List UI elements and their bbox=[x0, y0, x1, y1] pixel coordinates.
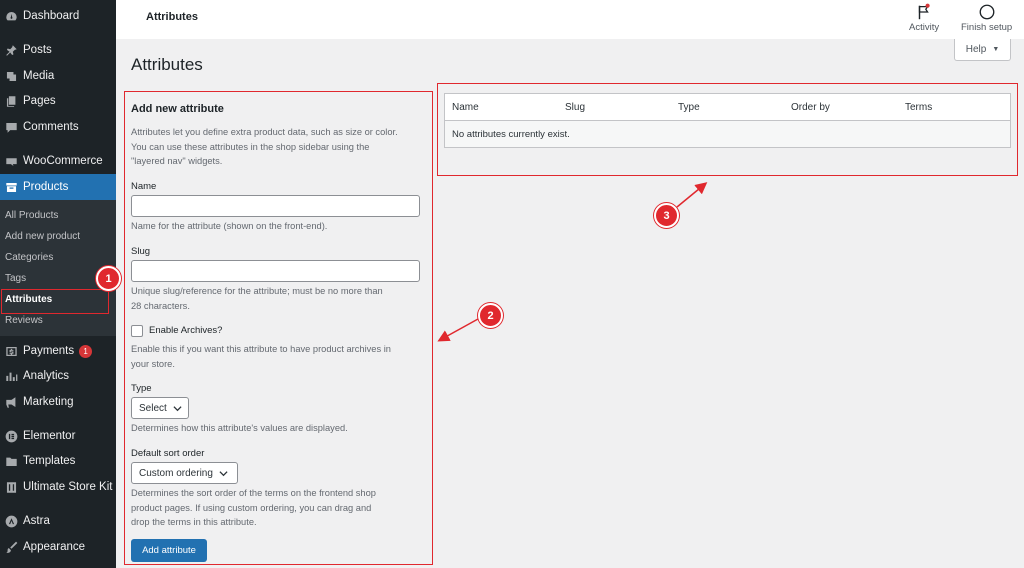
activity-button[interactable]: Activity bbox=[909, 3, 939, 33]
menu-label: Astra bbox=[23, 515, 50, 527]
menu-label: Ultimate Store Kit bbox=[23, 481, 113, 493]
help-label: Help bbox=[965, 44, 987, 55]
activity-label: Activity bbox=[909, 22, 940, 33]
menu-label: Elementor bbox=[23, 430, 76, 442]
products-submenu: All Products Add new product Categories … bbox=[0, 200, 116, 336]
media-icon bbox=[4, 69, 18, 83]
callout-badge-2: 2 bbox=[478, 303, 503, 328]
menu-templates[interactable]: Templates bbox=[0, 448, 116, 474]
menu-astra[interactable]: Astra bbox=[0, 508, 116, 534]
folder-icon bbox=[4, 454, 18, 468]
astra-icon bbox=[4, 514, 18, 528]
finish-setup-button[interactable]: Finish setup bbox=[961, 3, 1012, 33]
callout-badge-1: 1 bbox=[96, 266, 121, 291]
submenu-categories[interactable]: Categories bbox=[5, 252, 53, 263]
elementor-icon bbox=[4, 429, 18, 443]
flag-icon bbox=[918, 3, 930, 20]
payments-count-badge: 1 bbox=[79, 344, 93, 358]
menu-comments[interactable]: Comments bbox=[0, 114, 116, 140]
menu-payments[interactable]: Payments 1 bbox=[0, 338, 116, 364]
menu-analytics[interactable]: Analytics bbox=[0, 363, 116, 389]
comment-icon bbox=[4, 120, 18, 134]
megaphone-icon bbox=[4, 395, 18, 409]
header-title: Attributes bbox=[146, 11, 198, 23]
help-tab-button[interactable]: Help ▼ bbox=[954, 39, 1011, 61]
store-kit-icon bbox=[4, 480, 18, 494]
menu-label: Pages bbox=[23, 95, 56, 107]
submenu-add-new-product[interactable]: Add new product bbox=[5, 231, 80, 242]
archive-icon bbox=[4, 180, 18, 194]
woocommerce-icon bbox=[4, 154, 18, 168]
menu-label: Marketing bbox=[23, 396, 74, 408]
arrow-2 bbox=[437, 318, 479, 342]
menu-label: Templates bbox=[23, 455, 76, 467]
submenu-reviews[interactable]: Reviews bbox=[5, 315, 43, 326]
menu-elementor[interactable]: Elementor bbox=[0, 423, 116, 449]
menu-products[interactable]: Products bbox=[0, 174, 116, 200]
menu-woocommerce[interactable]: WooCommerce bbox=[0, 148, 116, 174]
menu-label: Analytics bbox=[23, 370, 70, 382]
submenu-all-products[interactable]: All Products bbox=[5, 210, 58, 221]
progress-ring-icon bbox=[979, 4, 995, 20]
menu-posts[interactable]: Posts bbox=[0, 37, 116, 63]
menu-label: Payments bbox=[23, 345, 75, 357]
menu-label: Posts bbox=[23, 44, 52, 56]
brush-icon bbox=[4, 540, 18, 554]
menu-dashboard[interactable]: Dashboard bbox=[0, 3, 116, 29]
menu-label: Media bbox=[23, 70, 55, 82]
annotation-box-attributes-menu bbox=[1, 289, 109, 314]
menu-pages[interactable]: Pages bbox=[0, 88, 116, 114]
menu-media[interactable]: Media bbox=[0, 63, 116, 89]
menu-label: Appearance bbox=[23, 541, 86, 553]
menu-label: Dashboard bbox=[23, 10, 80, 22]
menu-label: Comments bbox=[23, 121, 79, 133]
menu-appearance[interactable]: Appearance bbox=[0, 534, 116, 560]
annotation-box-table bbox=[437, 83, 1018, 176]
dashboard-icon bbox=[4, 9, 18, 23]
payments-icon bbox=[4, 344, 18, 358]
arrow-3 bbox=[676, 182, 708, 208]
pages-icon bbox=[4, 94, 18, 108]
caret-down-icon: ▼ bbox=[992, 46, 1000, 53]
page-title: Attributes bbox=[131, 55, 203, 74]
pin-icon bbox=[4, 43, 18, 57]
chart-bar-icon bbox=[4, 369, 18, 383]
callout-badge-3: 3 bbox=[654, 203, 679, 228]
submenu-tags[interactable]: Tags bbox=[5, 273, 26, 284]
menu-marketing[interactable]: Marketing bbox=[0, 389, 116, 415]
annotation-box-form bbox=[124, 91, 433, 565]
menu-label: WooCommerce bbox=[23, 155, 103, 167]
finish-setup-label: Finish setup bbox=[961, 22, 1013, 33]
menu-ultimate-store-kit[interactable]: Ultimate Store Kit bbox=[0, 474, 116, 500]
top-header: Attributes Activity Finish setup bbox=[116, 0, 1024, 39]
menu-label: Products bbox=[23, 181, 69, 193]
